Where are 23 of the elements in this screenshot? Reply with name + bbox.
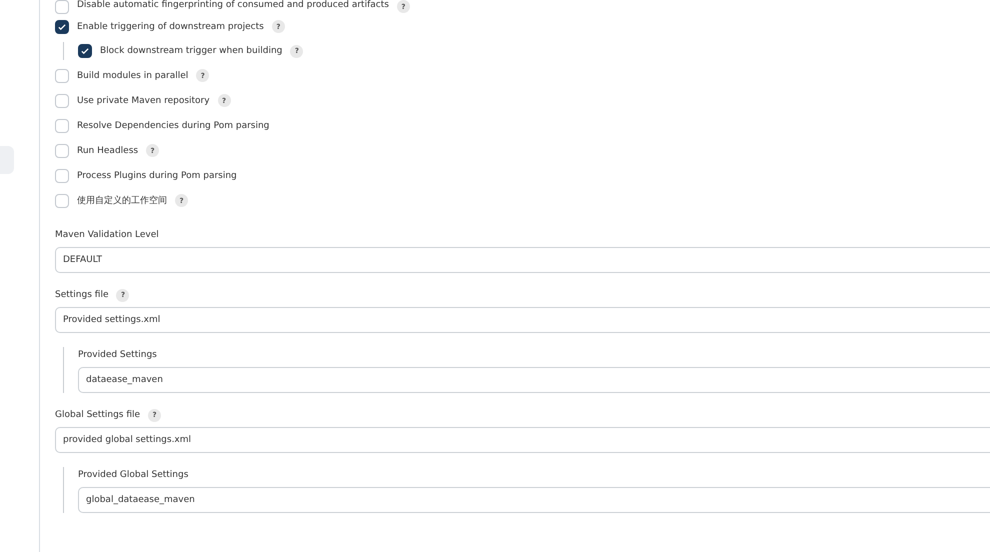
checkbox-label: Process Plugins during Pom parsing: [77, 170, 237, 180]
select-field[interactable]: global_dataease_maven: [78, 487, 990, 513]
checkbox[interactable]: [78, 44, 92, 58]
field-label: Maven Validation Level: [55, 230, 159, 240]
select-field[interactable]: Provided settings.xml: [55, 307, 990, 333]
checkbox-label: Use private Maven repository: [77, 96, 210, 106]
field-label: Provided Settings: [78, 350, 157, 360]
checkbox[interactable]: [55, 20, 69, 34]
field-label: Settings file: [55, 290, 108, 300]
field-label: Global Settings file: [55, 410, 140, 420]
select-field[interactable]: dataease_maven: [78, 367, 990, 393]
checkbox-label: Block downstream trigger when building: [100, 46, 282, 56]
checkbox-label: Enable triggering of downstream projects: [77, 22, 264, 32]
checkbox-label: Disable automatic fingerprinting of consumed and produced artifacts: [77, 0, 389, 10]
select-field[interactable]: provided global settings.xml: [55, 427, 990, 453]
check-icon: [57, 22, 67, 32]
field-label: Provided Global Settings: [78, 470, 188, 480]
checkbox-label: 使用自定义的工作空间: [77, 194, 167, 207]
checkbox-label: Run Headless: [77, 146, 138, 156]
check-icon: [80, 46, 90, 56]
checkbox-label: Build modules in parallel: [77, 70, 188, 80]
select-field[interactable]: DEFAULT: [55, 247, 990, 273]
checkbox-label: Resolve Dependencies during Pom parsing: [77, 120, 270, 130]
